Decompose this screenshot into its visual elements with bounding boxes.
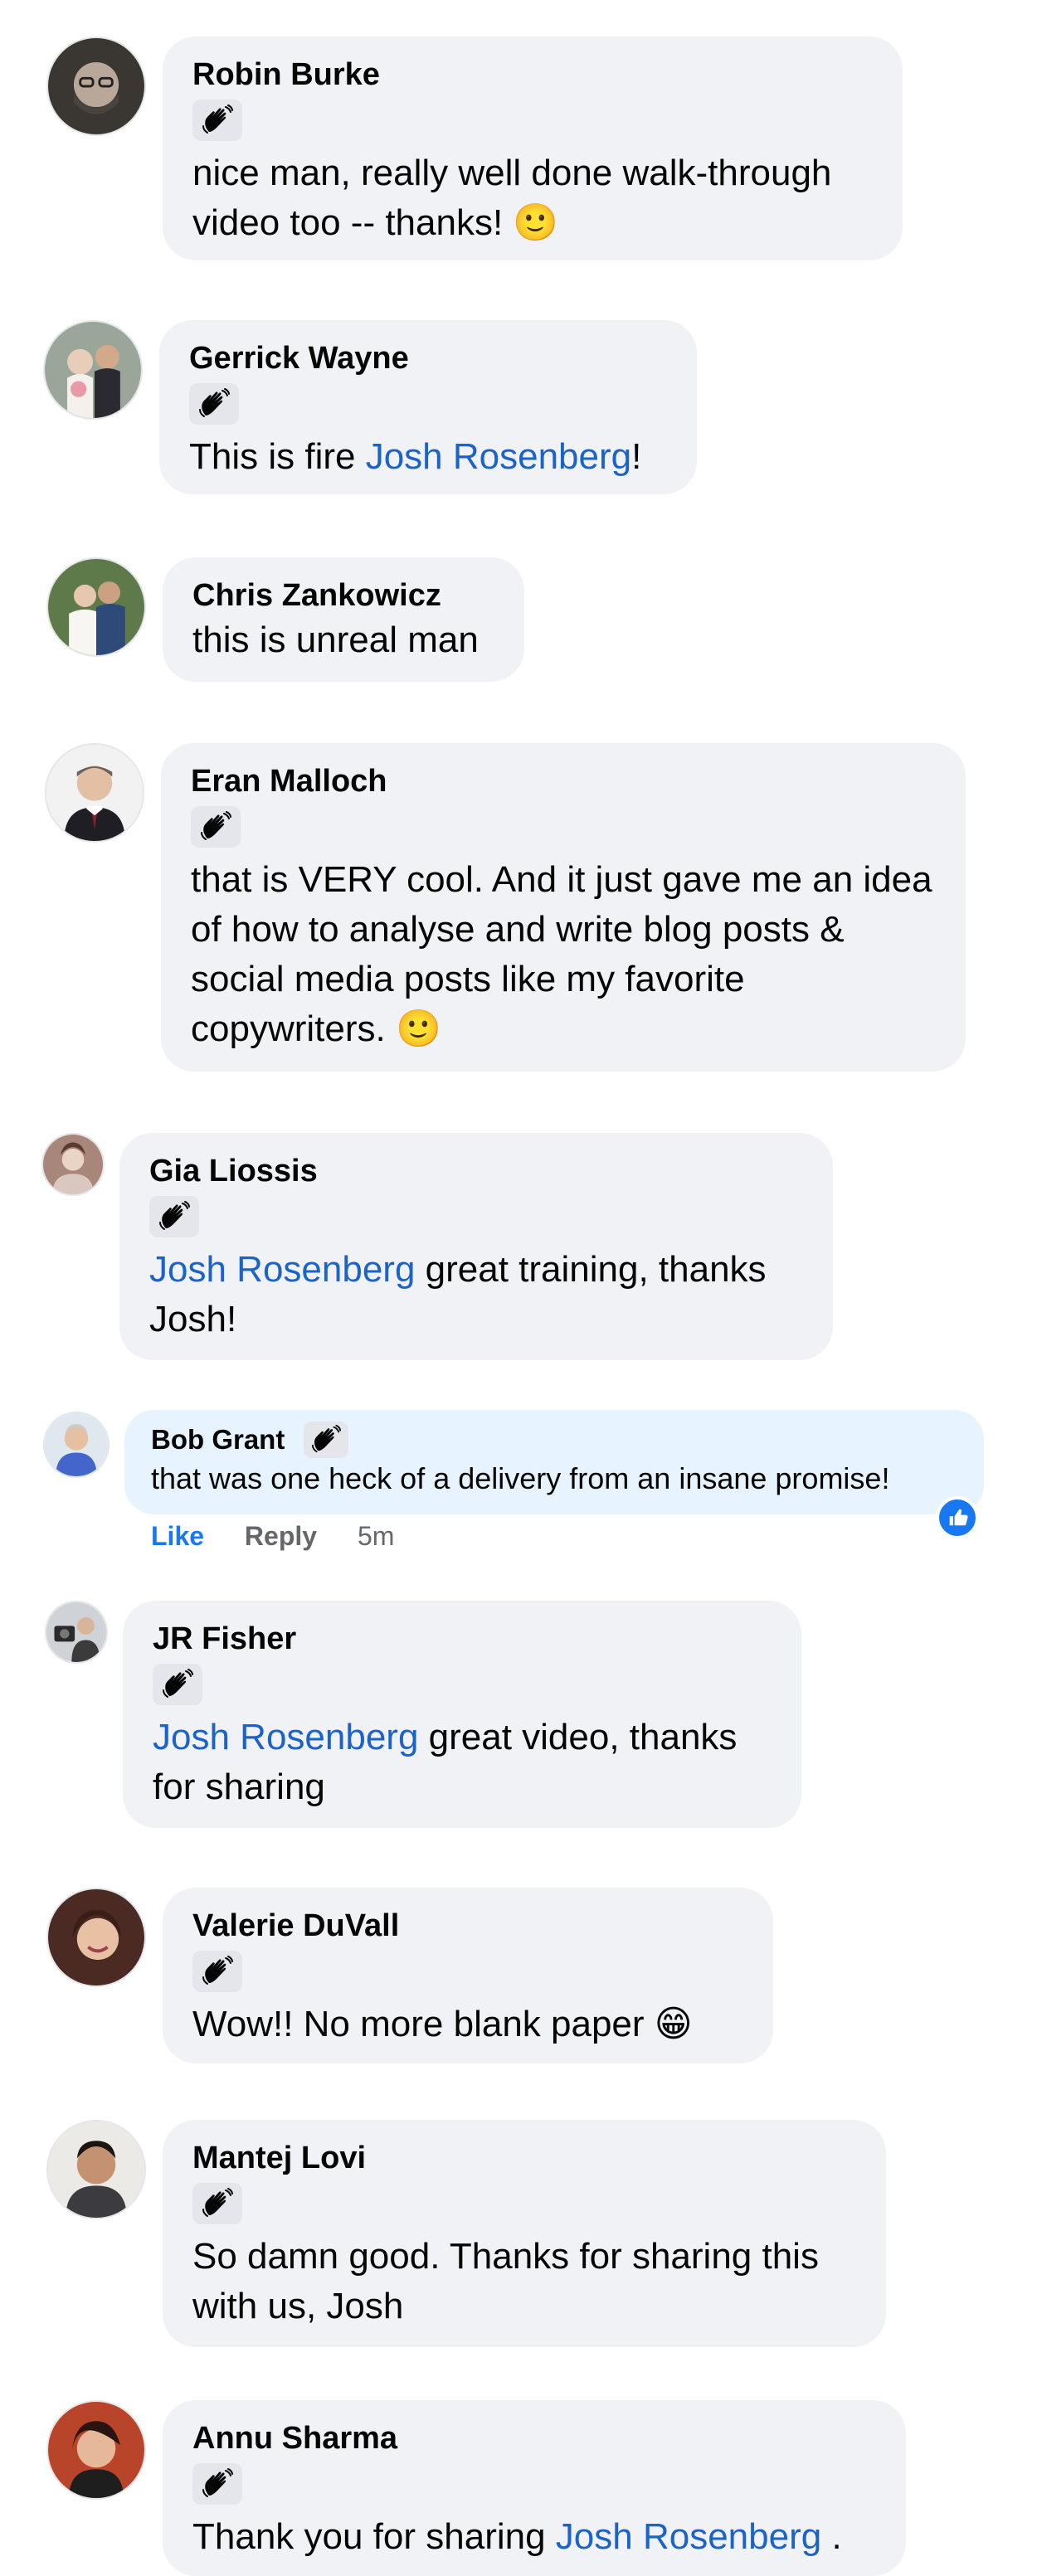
commenter-name[interactable]: Mantej Lovi [192, 2138, 856, 2178]
waving-hand-icon [189, 383, 239, 425]
avatar[interactable] [45, 743, 144, 843]
comment-bubble: Annu Sharma Thank you for sharing Josh R… [163, 2400, 906, 2576]
waving-hand-icon [192, 2183, 242, 2224]
commenter-name[interactable]: Bob Grant [151, 1422, 285, 1458]
commenter-name[interactable]: Chris Zankowicz [192, 576, 494, 615]
comment-bubble: Eran Malloch that is VERY cool. And it j… [161, 743, 966, 1072]
commenter-name[interactable]: JR Fisher [153, 1619, 772, 1659]
comment-bubble-highlighted: Bob Grant that was one heck of a deliver… [124, 1410, 984, 1514]
mention-link[interactable]: Josh Rosenberg [149, 1249, 415, 1290]
mention-link[interactable]: Josh Rosenberg [366, 436, 631, 477]
comment-bubble: Chris Zankowicz this is unreal man [163, 557, 524, 682]
thumbs-up-icon[interactable] [936, 1496, 979, 1539]
commenter-name[interactable]: Gia Liossis [149, 1151, 803, 1191]
comment-text: This is fire Josh Rosenberg! [189, 436, 642, 477]
avatar[interactable] [46, 1888, 146, 1987]
comment-actions: Like Reply 5m [151, 1521, 427, 1552]
avatar[interactable] [46, 2400, 146, 2500]
avatar[interactable] [46, 557, 146, 657]
avatar[interactable] [43, 320, 143, 420]
comment-text: nice man, really well done walk-through … [192, 153, 832, 243]
comment-text: that is VERY cool. And it just gave me a… [191, 859, 932, 1049]
comment-bubble: Mantej Lovi So damn good. Thanks for sha… [163, 2120, 886, 2347]
mention-link[interactable]: Josh Rosenberg [556, 2516, 821, 2557]
waving-hand-icon [191, 806, 241, 848]
comment-text: Josh Rosenberg great training, thanks Jo… [149, 1249, 767, 1339]
avatar[interactable] [46, 36, 146, 136]
comment-text: this is unreal man [192, 620, 479, 660]
waving-hand-icon [153, 1664, 202, 1705]
comment-bubble: Robin Burke nice man, really well done w… [163, 36, 903, 260]
waving-hand-icon [149, 1196, 199, 1237]
avatar[interactable] [41, 1133, 105, 1196]
comment-text: Thank you for sharing Josh Rosenberg . [192, 2516, 842, 2557]
commenter-name[interactable]: Gerrick Wayne [189, 338, 667, 378]
avatar[interactable] [43, 1412, 110, 1478]
avatar[interactable] [45, 1601, 108, 1664]
waving-hand-icon [192, 1951, 242, 1992]
comment-text: So damn good. Thanks for sharing this wi… [192, 2236, 819, 2326]
commenter-name[interactable]: Robin Burke [192, 55, 873, 95]
comment-timestamp[interactable]: 5m [358, 1521, 394, 1551]
comment-text: that was one heck of a delivery from an … [151, 1461, 890, 1495]
comment-bubble: Gerrick Wayne This is fire Josh Rosenber… [159, 320, 697, 494]
comment-bubble: Gia Liossis Josh Rosenberg great trainin… [119, 1133, 833, 1360]
avatar[interactable] [46, 2120, 146, 2219]
comment-bubble: JR Fisher Josh Rosenberg great video, th… [123, 1601, 801, 1828]
waving-hand-icon [192, 100, 242, 141]
waving-hand-icon [192, 2463, 242, 2505]
commenter-name[interactable]: Eran Malloch [191, 761, 936, 801]
comment-bubble: Valerie DuVall Wow!! No more blank paper… [163, 1888, 773, 2063]
commenter-name[interactable]: Valerie DuVall [192, 1906, 743, 1946]
like-button[interactable]: Like [151, 1521, 204, 1551]
comment-text: Wow!! No more blank paper 😁 [192, 2004, 693, 2044]
mention-link[interactable]: Josh Rosenberg [153, 1717, 418, 1757]
waving-hand-icon [303, 1422, 348, 1458]
reply-button[interactable]: Reply [245, 1521, 317, 1551]
commenter-name[interactable]: Annu Sharma [192, 2418, 876, 2458]
comment-text: Josh Rosenberg great video, thanks for s… [153, 1717, 738, 1807]
